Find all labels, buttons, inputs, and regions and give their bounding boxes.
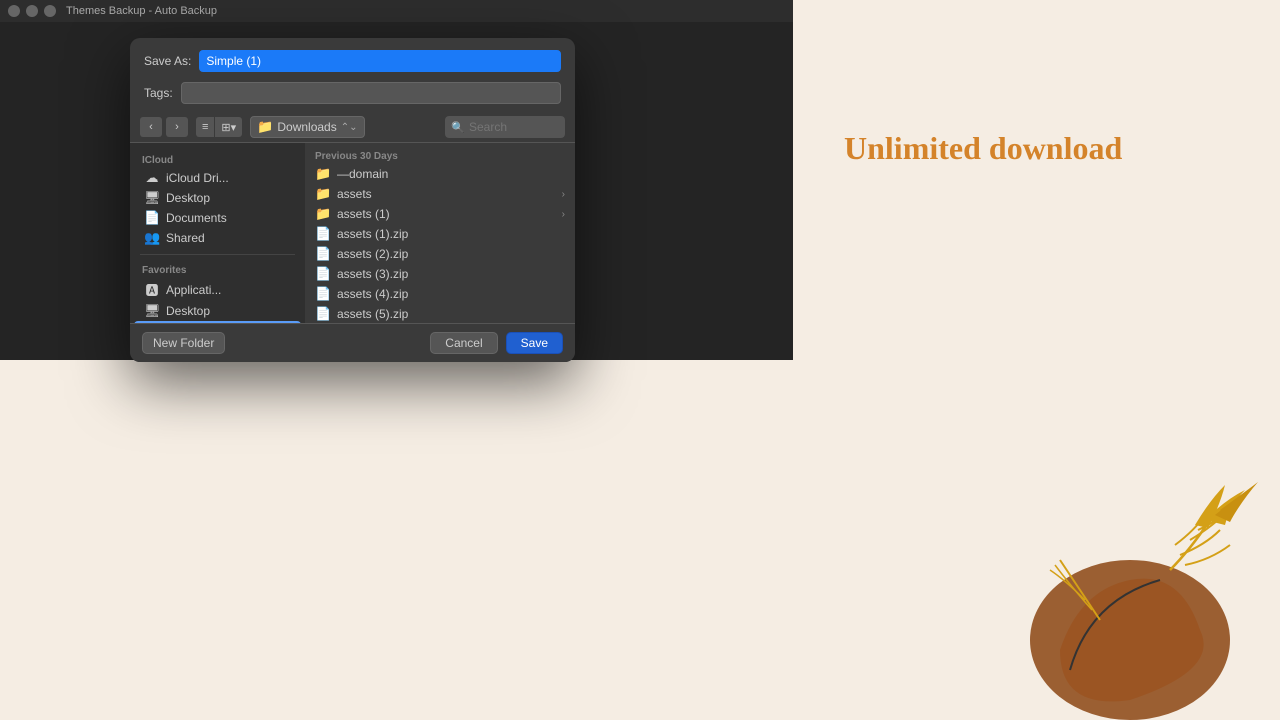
icloud-drive-label: iCloud Dri... <box>166 171 229 185</box>
file-name-assets4zip: assets (4).zip <box>337 287 408 301</box>
shared-label: Shared <box>166 231 205 245</box>
new-folder-button[interactable]: New Folder <box>142 332 225 354</box>
sidebar-item-shared[interactable]: 👥 Shared <box>134 228 301 248</box>
file-icon-assets4zip: 📄 <box>315 286 331 302</box>
decorative-illustration <box>980 470 1280 720</box>
save-as-input[interactable] <box>199 50 561 72</box>
file-name-assets: assets <box>337 187 372 201</box>
tags-label: Tags: <box>144 86 173 100</box>
sidebar-item-documents[interactable]: 📄 Documents <box>134 208 301 228</box>
save-as-row: Save As: <box>130 38 575 80</box>
title-bar: Themes Backup - Auto Backup <box>0 0 793 22</box>
search-box: 🔍 <box>445 116 565 138</box>
sidebar-item-applications[interactable]: 🅰 Applicati... <box>134 278 301 301</box>
arrow-icon-assets: › <box>562 189 565 200</box>
folder-icon-assets: 📁 <box>315 186 331 202</box>
tags-input[interactable] <box>181 82 561 104</box>
file-section-label: Previous 30 Days <box>305 147 575 164</box>
shared-icon: 👥 <box>144 230 160 246</box>
file-item-domain[interactable]: 📁 —domain <box>305 164 575 184</box>
unlimited-download-text: Unlimited download <box>844 130 1122 167</box>
file-name-assets5zip: assets (5).zip <box>337 307 408 321</box>
file-item-assets2zip[interactable]: 📄 assets (2).zip <box>305 244 575 264</box>
tags-row: Tags: <box>130 80 575 112</box>
column-view-button[interactable]: ⊞▾ <box>215 117 242 137</box>
folder-icon-assets1: 📁 <box>315 206 331 222</box>
folder-icon-domain: 📁 <box>315 166 331 182</box>
traffic-light-minimize[interactable] <box>26 5 38 17</box>
sidebar: iCloud ☁ iCloud Dri... 🖥 Desktop 📄 Docum… <box>130 143 305 323</box>
save-dialog: Save As: Tags: ‹ › ≡ ⊞▾ 📁 Downloads ⌃⌄ 🔍… <box>130 38 575 362</box>
save-button[interactable]: Save <box>506 332 563 354</box>
sidebar-item-fav-desktop[interactable]: 🖥 Desktop <box>134 301 301 321</box>
file-icon-assets5zip: 📄 <box>315 306 331 322</box>
cancel-button[interactable]: Cancel <box>430 332 497 354</box>
file-item-assets1zip[interactable]: 📄 assets (1).zip <box>305 224 575 244</box>
fav-desktop-icon: 🖥 <box>144 303 160 319</box>
file-name-assets1: assets (1) <box>337 207 390 221</box>
documents-label: Documents <box>166 211 227 225</box>
file-icon-assets3zip: 📄 <box>315 266 331 282</box>
file-icon-assets2zip: 📄 <box>315 246 331 262</box>
desktop-label: Desktop <box>166 191 210 205</box>
icloud-drive-icon: ☁ <box>144 170 160 186</box>
applications-label: Applicati... <box>166 283 221 297</box>
view-buttons: ≡ ⊞▾ <box>196 117 242 137</box>
location-label: Downloads <box>277 120 336 134</box>
search-input[interactable] <box>469 120 559 134</box>
location-button[interactable]: 📁 Downloads ⌃⌄ <box>250 116 364 138</box>
file-item-assets[interactable]: 📁 assets › <box>305 184 575 204</box>
arrow-icon-assets1: › <box>562 209 565 220</box>
file-item-assets5zip[interactable]: 📄 assets (5).zip <box>305 304 575 323</box>
file-name-assets3zip: assets (3).zip <box>337 267 408 281</box>
location-chevron-icon: ⌃⌄ <box>341 122 358 133</box>
desktop-icon: 🖥 <box>144 190 160 206</box>
file-item-assets1[interactable]: 📁 assets (1) › <box>305 204 575 224</box>
sidebar-divider-1 <box>140 254 295 255</box>
file-name-assets1zip: assets (1).zip <box>337 227 408 241</box>
search-icon: 🔍 <box>451 121 465 134</box>
back-button[interactable]: ‹ <box>140 117 162 137</box>
applications-icon: 🅰 <box>144 280 160 299</box>
dialog-footer: New Folder Cancel Save <box>130 323 575 362</box>
favorites-section-label: Favorites <box>130 261 305 278</box>
window-title: Themes Backup - Auto Backup <box>66 5 217 17</box>
folder-icon: 📁 <box>257 119 273 135</box>
sidebar-item-desktop[interactable]: 🖥 Desktop <box>134 188 301 208</box>
nav-bar: ‹ › ≡ ⊞▾ 📁 Downloads ⌃⌄ 🔍 <box>130 112 575 143</box>
list-view-button[interactable]: ≡ <box>196 117 214 137</box>
forward-button[interactable]: › <box>166 117 188 137</box>
file-list: Previous 30 Days 📁 —domain 📁 assets › 📁 … <box>305 143 575 323</box>
file-item-assets3zip[interactable]: 📄 assets (3).zip <box>305 264 575 284</box>
file-icon-assets1zip: 📄 <box>315 226 331 242</box>
traffic-light-maximize[interactable] <box>44 5 56 17</box>
traffic-light-close[interactable] <box>8 5 20 17</box>
sidebar-item-icloud-drive[interactable]: ☁ iCloud Dri... <box>134 168 301 188</box>
file-name-domain: —domain <box>337 167 388 181</box>
sidebar-item-downloads[interactable]: ⬇ Downloads <box>134 321 301 323</box>
icloud-section-label: iCloud <box>130 151 305 168</box>
save-as-label: Save As: <box>144 54 191 68</box>
dialog-body: iCloud ☁ iCloud Dri... 🖥 Desktop 📄 Docum… <box>130 143 575 323</box>
documents-icon: 📄 <box>144 210 160 226</box>
file-item-assets4zip[interactable]: 📄 assets (4).zip <box>305 284 575 304</box>
fav-desktop-label: Desktop <box>166 304 210 318</box>
file-name-assets2zip: assets (2).zip <box>337 247 408 261</box>
